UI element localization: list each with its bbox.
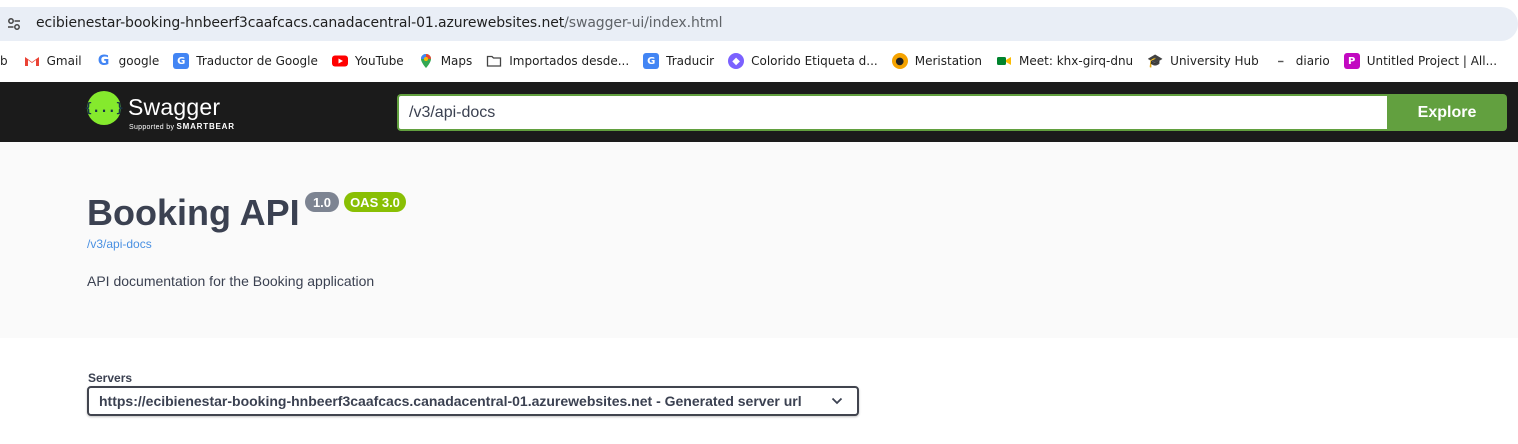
servers-select[interactable]: https://ecibienestar-booking-hnbeerf3caa… — [87, 386, 859, 416]
bookmark-untitled-project[interactable]: P Untitled Project | All... — [1337, 47, 1504, 75]
bookmark-university-hub[interactable]: 🎓 University Hub — [1140, 47, 1266, 75]
bookmark-truncated[interactable]: b — [0, 47, 17, 75]
bookmark-label: Maps — [440, 54, 473, 68]
bookmark-maps[interactable]: Maps — [411, 47, 480, 75]
bookmark-label: Colorido Etiqueta d... — [751, 54, 878, 68]
maps-pin-icon — [420, 54, 431, 68]
google-icon: G — [97, 53, 110, 69]
bookmark-label: google — [118, 54, 160, 68]
address-bar[interactable]: ecibienestar-booking-hnbeerf3caafcacs.ca… — [0, 7, 1518, 41]
logo-brand: SMARTBEAR — [176, 122, 235, 131]
servers-label: Servers — [88, 371, 133, 385]
graduate-icon: 🎓 — [1147, 53, 1164, 69]
bookmark-traductor[interactable]: G Traductor de Google — [166, 47, 325, 75]
url-path: /swagger-ui/index.html — [564, 15, 723, 31]
bookmark-gmail[interactable]: Gmail — [17, 47, 89, 75]
bookmark-youtube[interactable]: YouTube — [325, 47, 411, 75]
servers-selected-value: https://ecibienestar-booking-hnbeerf3caa… — [99, 393, 802, 409]
bookmark-google[interactable]: G google — [89, 47, 167, 75]
api-title: Booking API — [87, 192, 300, 233]
spec-url-input[interactable] — [397, 94, 1387, 131]
bookmarks-bar: b Gmail G google G Traductor de Google Y… — [0, 44, 1518, 78]
bookmark-label: Meristation — [914, 54, 983, 68]
api-description: API documentation for the Booking applic… — [87, 273, 375, 289]
version-badge: 1.0 — [305, 192, 339, 212]
oas-badge: OAS 3.0 — [344, 192, 406, 212]
bookmark-label: Traducir — [666, 54, 715, 68]
bookmark-label: Gmail — [46, 54, 82, 68]
bookmark-diario[interactable]: ⎯ diario — [1266, 47, 1337, 75]
chevron-down-icon — [831, 397, 843, 405]
url-text[interactable]: ecibienestar-booking-hnbeerf3caafcacs.ca… — [36, 15, 723, 31]
swagger-logo-subtitle: Supported by SMARTBEAR — [129, 122, 235, 131]
bookmark-label: Importados desde... — [509, 54, 630, 68]
bookmark-label: Traductor de Google — [196, 54, 318, 68]
swagger-logo-icon[interactable]: {...} — [84, 91, 124, 125]
bookmark-meet[interactable]: Meet: khx-girq-dnu — [989, 47, 1140, 75]
browser-address-row: ecibienestar-booking-hnbeerf3caafcacs.ca… — [0, 0, 1518, 44]
explore-button[interactable]: Explore — [1387, 94, 1507, 131]
site-settings-icon[interactable] — [6, 16, 22, 32]
bookmark-label: Meet: khx-girq-dnu — [1019, 54, 1134, 68]
diario-icon: ⎯ — [1278, 55, 1284, 67]
swagger-topbar: {...} Swagger Supported by SMARTBEAR Exp… — [0, 82, 1518, 142]
logo-supported-by: Supported by — [129, 124, 175, 131]
bookmark-traducir[interactable]: G Traducir — [636, 47, 721, 75]
swagger-logo-text[interactable]: Swagger — [128, 94, 220, 121]
google-meet-icon — [997, 57, 1012, 65]
colorful-label-icon: ◆ — [728, 53, 745, 69]
youtube-icon — [331, 55, 348, 67]
bookmark-meristation[interactable]: ● Meristation — [885, 47, 989, 75]
google-translate-icon: G — [643, 53, 660, 69]
bookmark-label: YouTube — [354, 54, 404, 68]
folder-icon — [487, 55, 502, 67]
url-host: ecibienestar-booking-hnbeerf3caafcacs.ca… — [36, 15, 565, 31]
bookmark-label: b — [0, 54, 8, 68]
gmail-icon — [24, 57, 39, 66]
bookmark-folder-importados[interactable]: Importados desde... — [479, 47, 636, 75]
meristation-icon: ● — [891, 53, 908, 69]
bookmark-colorido[interactable]: ◆ Colorido Etiqueta d... — [721, 47, 885, 75]
spec-link[interactable]: /v3/api-docs — [87, 237, 152, 251]
api-info-section: Booking API 1.0 OAS 3.0 /v3/api-docs API… — [0, 142, 1518, 338]
bookmark-label: Untitled Project | All... — [1366, 54, 1498, 68]
bookmark-label: diario — [1295, 54, 1330, 68]
bookmark-label: University Hub — [1170, 54, 1259, 68]
google-translate-icon: G — [173, 53, 190, 69]
picsart-icon: P — [1343, 53, 1360, 69]
